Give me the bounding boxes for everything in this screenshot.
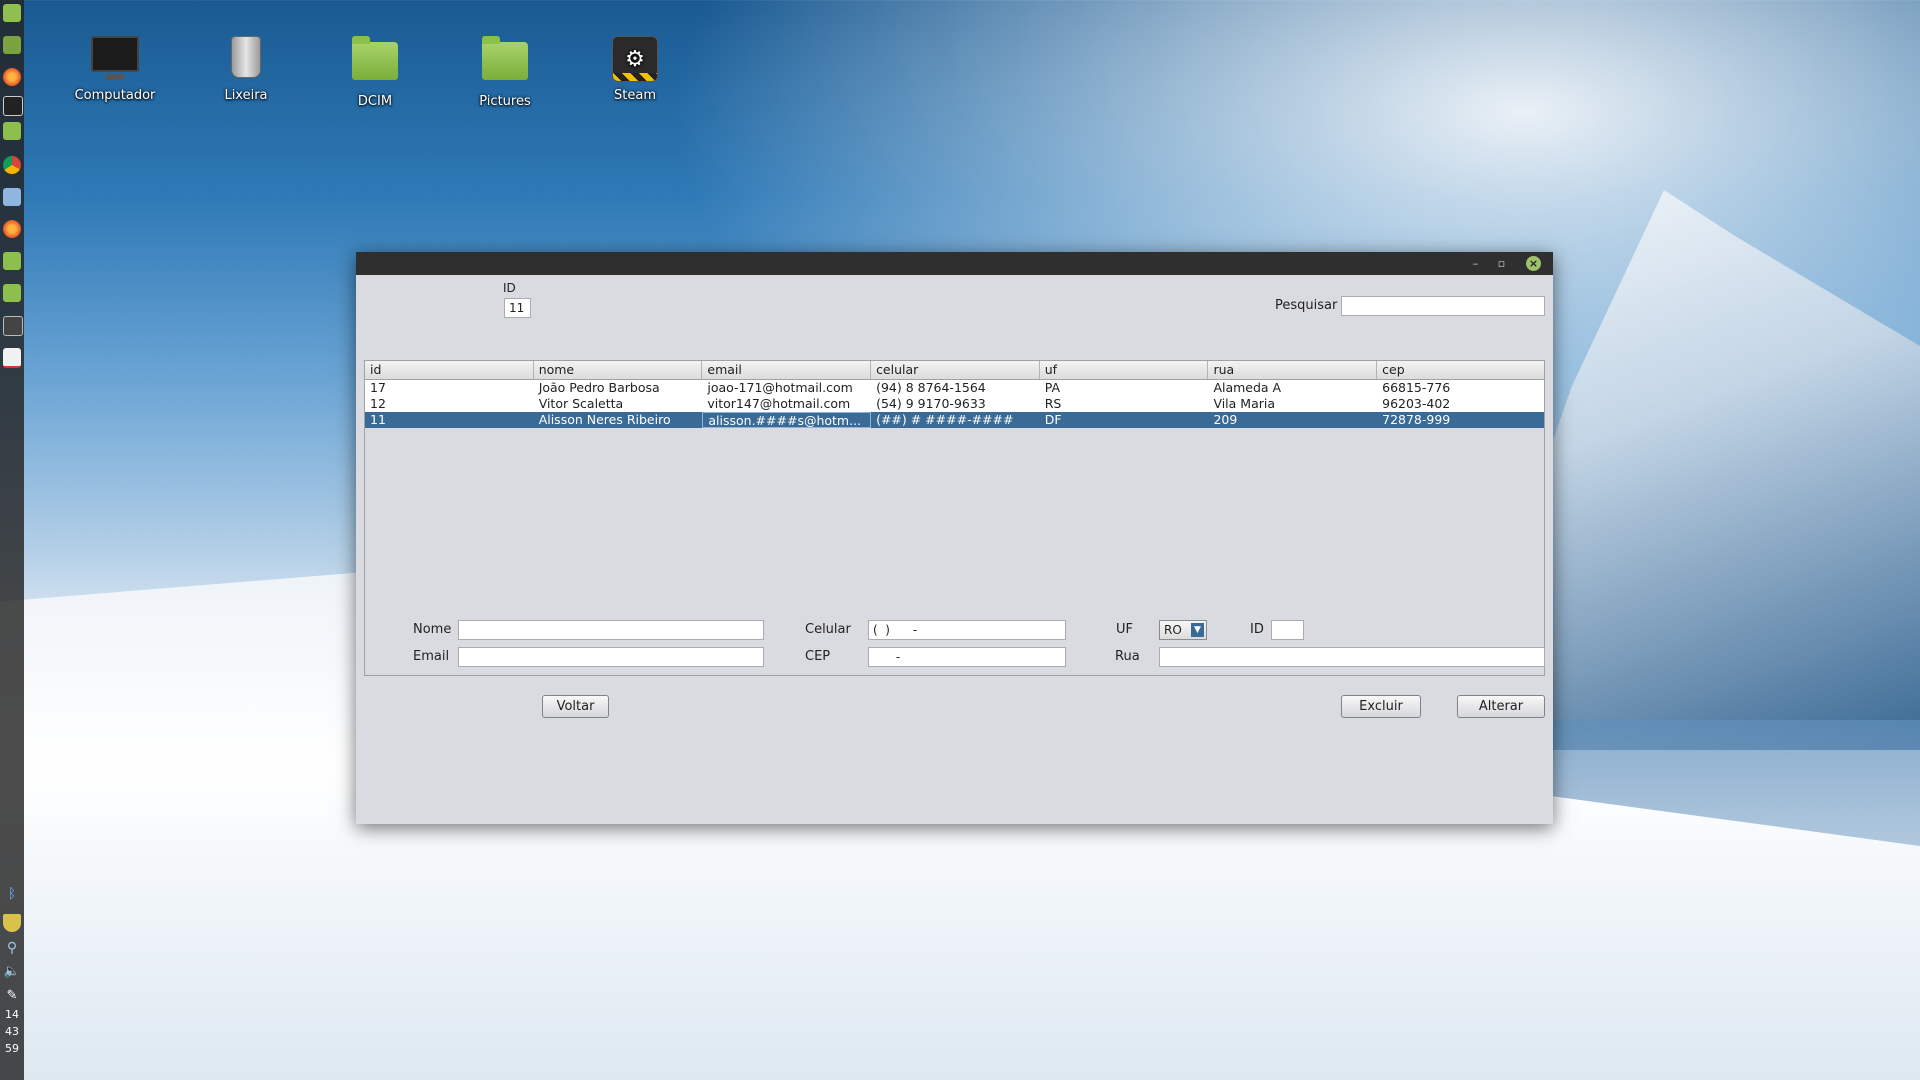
column-header-id[interactable]: id	[365, 361, 534, 379]
table-cell-celular[interactable]: (94) 8 8764-1564	[871, 380, 1040, 396]
table-cell-uf[interactable]: DF	[1040, 412, 1209, 428]
steam-icon: ⚙	[611, 36, 659, 82]
pen-icon[interactable]: ✎	[3, 988, 21, 1006]
form-id-label: ID	[1250, 622, 1264, 637]
table-cell-cep[interactable]: 66815-776	[1377, 380, 1546, 396]
table-cell-id[interactable]: 17	[365, 380, 534, 396]
nome-field[interactable]	[458, 620, 764, 640]
rua-field[interactable]	[1159, 647, 1545, 667]
network-icon[interactable]: ⚲	[3, 940, 21, 958]
nome-label: Nome	[413, 622, 452, 637]
top-id-label: ID	[503, 281, 516, 295]
cep-label: CEP	[805, 649, 831, 664]
top-id-field[interactable]: 11	[504, 298, 531, 318]
app-window: – ▫ × ID 11 Pesquisar id nome email celu…	[356, 252, 1553, 824]
clock-second[interactable]: 59	[0, 1042, 24, 1055]
table-cell-uf[interactable]: PA	[1040, 380, 1209, 396]
mint-menu-icon[interactable]	[3, 4, 21, 22]
uf-select[interactable]: RO ▼	[1159, 620, 1207, 640]
desktop-icon-label: Lixeira	[224, 88, 268, 103]
chrome-icon[interactable]	[3, 156, 21, 174]
column-header-rua[interactable]: rua	[1208, 361, 1378, 379]
search-input[interactable]	[1341, 296, 1545, 316]
window-content: ID 11 Pesquisar id nome email celular uf…	[356, 275, 1553, 824]
desktop-icon-dcim[interactable]: DCIM	[320, 36, 430, 109]
column-header-email[interactable]: email	[702, 361, 872, 379]
celular-label: Celular	[805, 622, 851, 637]
left-panel: ᛒ ⚲ 🔈 ✎ 14 43 59	[0, 0, 24, 1080]
voltar-button[interactable]: Voltar	[542, 695, 609, 718]
desktop-icon-computador[interactable]: Computador	[60, 36, 170, 103]
media-player-icon[interactable]	[3, 316, 23, 336]
desktop-icon-label: Steam	[614, 88, 656, 103]
alterar-button[interactable]: Alterar	[1457, 695, 1545, 718]
firefox-icon[interactable]	[3, 68, 21, 86]
desktop-icon-steam[interactable]: ⚙ Steam	[580, 36, 690, 103]
table-cell-rua[interactable]: Alameda A	[1208, 380, 1377, 396]
table-cell-rua[interactable]: 209	[1208, 412, 1377, 428]
table-cell-uf[interactable]: RS	[1040, 396, 1209, 412]
uf-label: UF	[1116, 622, 1133, 637]
desktop-icon-pictures[interactable]: Pictures	[450, 36, 560, 109]
table-cell-celular[interactable]: (54) 9 9170-9633	[871, 396, 1040, 412]
excluir-button[interactable]: Excluir	[1341, 695, 1421, 718]
table-row[interactable]: 12 Vitor Scaletta vitor147@hotmail.com (…	[365, 396, 1544, 412]
table-cell-email[interactable]: alisson.####s@hotm...	[702, 412, 872, 428]
table-cell-rua[interactable]: Vila Maria	[1208, 396, 1377, 412]
column-header-uf[interactable]: uf	[1040, 361, 1209, 379]
table-cell-id[interactable]: 11	[365, 412, 534, 428]
files-icon[interactable]	[3, 122, 21, 140]
table-cell-nome[interactable]: João Pedro Barbosa	[534, 380, 703, 396]
terminal-icon[interactable]	[3, 96, 23, 116]
column-header-cep[interactable]: cep	[1377, 361, 1546, 379]
column-header-celular[interactable]: celular	[871, 361, 1040, 379]
firefox-icon[interactable]	[3, 220, 21, 238]
volume-icon[interactable]: 🔈	[3, 964, 21, 982]
computer-icon	[91, 36, 139, 82]
desktop-icon-lixeira[interactable]: Lixeira	[191, 36, 301, 103]
folder-icon[interactable]	[3, 284, 21, 302]
table-cell-celular[interactable]: (##) # ####-####	[871, 412, 1040, 428]
search-label: Pesquisar	[1275, 298, 1338, 313]
celular-field[interactable]: ( ) -	[868, 620, 1066, 640]
folder-icon	[481, 36, 529, 88]
close-button[interactable]: ×	[1526, 256, 1541, 271]
bluetooth-icon[interactable]: ᛒ	[3, 886, 21, 904]
desktop-icon-label: Pictures	[479, 94, 531, 109]
table-cell-cep[interactable]: 96203-402	[1377, 396, 1546, 412]
clock-minute[interactable]: 43	[0, 1025, 24, 1038]
email-field[interactable]	[458, 647, 764, 667]
table-cell-email[interactable]: joao-171@hotmail.com	[702, 380, 871, 396]
maximize-button[interactable]: ▫	[1494, 256, 1509, 271]
show-desktop-icon[interactable]	[3, 36, 21, 54]
email-label: Email	[413, 649, 450, 664]
form-id-field[interactable]	[1271, 620, 1304, 640]
rua-label: Rua	[1115, 649, 1140, 664]
table-cell-nome[interactable]: Vitor Scaletta	[534, 396, 703, 412]
window-titlebar[interactable]: – ▫ ×	[356, 252, 1553, 275]
virtualbox-icon[interactable]	[3, 188, 21, 206]
desktop-icon-label: DCIM	[357, 94, 393, 109]
java-icon[interactable]	[3, 348, 21, 368]
table-cell-cep[interactable]: 72878-999	[1377, 412, 1546, 428]
clock-hour[interactable]: 14	[0, 1008, 24, 1021]
folder-icon	[351, 36, 399, 88]
cep-field[interactable]: -	[868, 647, 1066, 667]
table-cell-email[interactable]: vitor147@hotmail.com	[702, 396, 871, 412]
column-header-nome[interactable]: nome	[534, 361, 703, 379]
table-cell-nome[interactable]: Alisson Neres Ribeiro	[534, 412, 703, 428]
table-cell-id[interactable]: 12	[365, 396, 534, 412]
trash-icon	[222, 36, 270, 82]
minimize-button[interactable]: –	[1468, 256, 1483, 271]
uf-select-value: RO	[1164, 623, 1182, 637]
table-row-selected[interactable]: 11 Alisson Neres Ribeiro alisson.####s@h…	[365, 412, 1544, 428]
folder-icon[interactable]	[3, 252, 21, 270]
table-header: id nome email celular uf rua cep	[365, 361, 1544, 380]
shield-icon[interactable]	[3, 914, 21, 932]
desktop-icon-label: Computador	[74, 88, 156, 103]
table-row[interactable]: 17 João Pedro Barbosa joao-171@hotmail.c…	[365, 380, 1544, 396]
chevron-down-icon[interactable]: ▼	[1191, 623, 1204, 637]
